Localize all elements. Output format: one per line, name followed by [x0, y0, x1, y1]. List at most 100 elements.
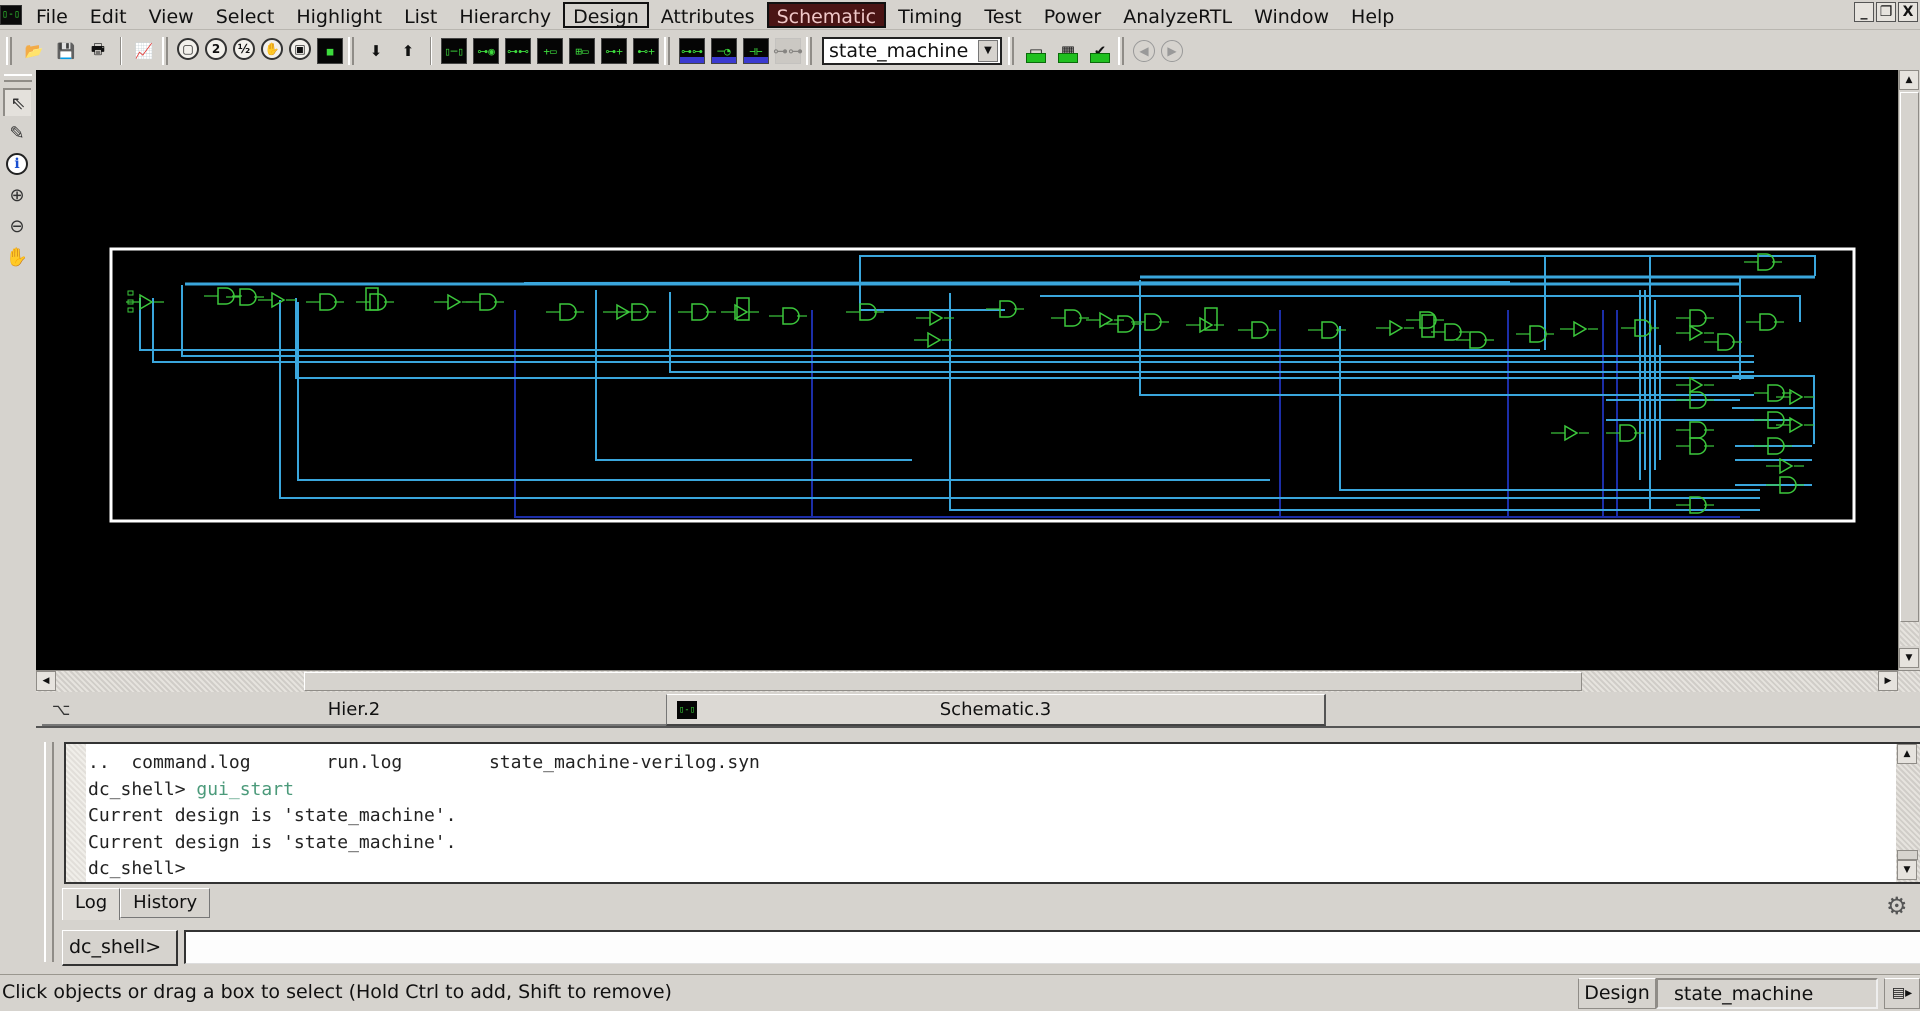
and-gate-cell[interactable]: [1444, 323, 1462, 341]
toolbar-grip[interactable]: [6, 37, 12, 65]
buffer-cell[interactable]: [1564, 424, 1579, 442]
collapse-net-icon[interactable]: ⊷+: [633, 38, 659, 64]
timing-histogram-icon[interactable]: ─◔: [711, 38, 737, 64]
flipflop-cell[interactable]: [1204, 307, 1218, 331]
and-gate-cell[interactable]: [1689, 309, 1707, 327]
side-toolbar-grip[interactable]: [4, 74, 32, 82]
toolbar-grip[interactable]: [1118, 37, 1124, 65]
and-gate-cell[interactable]: [1717, 333, 1735, 351]
menu-select[interactable]: Select: [206, 2, 285, 28]
back-icon[interactable]: ◀: [1133, 40, 1155, 62]
and-gate-cell[interactable]: [1634, 319, 1652, 337]
buffer-cell[interactable]: [1689, 324, 1704, 342]
slack-histogram-icon[interactable]: ⊣⊢: [743, 38, 769, 64]
input-port[interactable]: [127, 307, 134, 313]
and-gate-cell[interactable]: [1064, 309, 1082, 327]
zoom-2x-icon[interactable]: 2: [205, 38, 227, 60]
net-wire[interactable]: [139, 298, 1540, 351]
toolbar-grip[interactable]: [348, 37, 354, 65]
and-gate-cell[interactable]: [1144, 313, 1162, 331]
check-design-icon[interactable]: ✔: [1087, 38, 1113, 64]
and-gate-cell[interactable]: [1759, 313, 1777, 331]
layout-window-icon[interactable]: ▭: [1023, 38, 1049, 64]
menu-file[interactable]: File: [26, 2, 78, 28]
toolbar-grip[interactable]: [1008, 37, 1014, 65]
and-gate-cell[interactable]: [1321, 321, 1339, 339]
pan-fit-icon[interactable]: ✋: [261, 38, 283, 60]
menu-analyzertl[interactable]: AnalyzeRTL: [1113, 2, 1242, 28]
report-icon[interactable]: 📈: [131, 38, 157, 64]
scrollbar-trough[interactable]: [1900, 622, 1919, 646]
canvas-horizontal-scrollbar[interactable]: ◀ ▶: [36, 670, 1920, 692]
open-folder-icon[interactable]: 📂: [21, 38, 47, 64]
and-gate-cell[interactable]: [239, 288, 257, 306]
flipflop-cell[interactable]: [365, 287, 379, 311]
buffer-cell[interactable]: [927, 331, 942, 349]
push-down-icon[interactable]: ⬇: [363, 38, 389, 64]
and-gate-cell[interactable]: [1619, 424, 1637, 442]
buffer-cell[interactable]: [1099, 311, 1114, 329]
buffer-cell[interactable]: [1389, 319, 1404, 337]
buffer-cell[interactable]: [271, 291, 286, 309]
menu-list[interactable]: List: [394, 2, 447, 28]
net-wire[interactable]: [279, 300, 1760, 499]
menu-window[interactable]: Window: [1244, 2, 1339, 28]
tab-schematic[interactable]: ▯-▯ Schematic.3: [666, 694, 1326, 726]
log-scrollbar[interactable]: ▲ ▼: [1896, 744, 1920, 882]
scroll-up-icon[interactable]: ▲: [1897, 744, 1917, 764]
zoom-selection-icon[interactable]: ▣: [289, 38, 311, 60]
zoom-half-icon[interactable]: ½: [233, 38, 255, 60]
add-fanin-icon[interactable]: +▭: [537, 38, 563, 64]
menu-hierarchy[interactable]: Hierarchy: [449, 2, 561, 28]
buffer-cell[interactable]: [139, 293, 154, 311]
and-gate-cell[interactable]: [859, 303, 877, 321]
scroll-right-icon[interactable]: ▶: [1878, 671, 1898, 691]
scrollbar-thumb[interactable]: [304, 672, 1582, 691]
scroll-up-icon[interactable]: ▲: [1899, 70, 1919, 90]
command-input[interactable]: [184, 930, 1920, 964]
and-gate-cell[interactable]: [319, 293, 337, 311]
scrollbar-thumb[interactable]: [1897, 850, 1918, 860]
scroll-down-icon[interactable]: ▼: [1899, 648, 1919, 668]
scrollbar-thumb[interactable]: [1900, 92, 1919, 622]
fit-selected-icon[interactable]: ■: [317, 38, 343, 64]
gear-icon[interactable]: ⚙: [1886, 892, 1908, 920]
menu-schematic[interactable]: Schematic: [766, 1, 887, 28]
menu-edit[interactable]: Edit: [80, 2, 137, 28]
tab-log[interactable]: Log: [62, 888, 121, 920]
buffer-cell[interactable]: [1689, 376, 1704, 394]
chevron-down-icon[interactable]: ▼: [978, 40, 998, 62]
net-wire[interactable]: [152, 298, 1754, 363]
net-wire[interactable]: [595, 290, 912, 461]
input-port[interactable]: [127, 290, 134, 296]
toolbar-grip[interactable]: [162, 37, 168, 65]
forward-icon[interactable]: ▶: [1161, 40, 1183, 62]
timing-path-icon[interactable]: ⊶⊶: [679, 38, 705, 64]
menu-attributes[interactable]: Attributes: [651, 2, 765, 28]
console-log[interactable]: .. command.log run.log state_machine-ver…: [64, 742, 1920, 884]
menu-design[interactable]: Design: [563, 1, 649, 28]
select-arrow-icon[interactable]: ⇖: [3, 88, 31, 116]
and-gate-cell[interactable]: [1529, 325, 1547, 343]
disabled-tool-icon[interactable]: ⊶⊶: [773, 38, 803, 64]
and-gate-cell[interactable]: [1767, 384, 1785, 402]
and-gate-cell[interactable]: [1689, 437, 1707, 455]
zoom-fit-icon[interactable]: ▢: [177, 38, 199, 60]
print-icon[interactable]: 🖶: [85, 38, 111, 64]
schematic-canvas[interactable]: [36, 70, 1898, 670]
status-panel-icon[interactable]: ▤▸: [1884, 978, 1920, 1009]
toolbar-grip[interactable]: [806, 37, 812, 65]
prompt-button[interactable]: dc_shell>: [62, 930, 178, 966]
scroll-down-icon[interactable]: ▼: [1897, 860, 1917, 880]
zoom-in-icon[interactable]: ⊕: [3, 181, 31, 209]
module-view-icon[interactable]: ▦: [1055, 38, 1081, 64]
add-fanout-icon[interactable]: ⊞▭: [569, 38, 595, 64]
console-grip[interactable]: [44, 742, 54, 962]
schematic-drawing[interactable]: [36, 70, 1898, 670]
and-gate-cell[interactable]: [1251, 321, 1269, 339]
and-gate-cell[interactable]: [479, 293, 497, 311]
menu-highlight[interactable]: Highlight: [286, 2, 392, 28]
and-gate-cell[interactable]: [1469, 331, 1487, 349]
design-select[interactable]: state_machine ▼: [822, 37, 1002, 65]
menu-help[interactable]: Help: [1341, 2, 1404, 28]
